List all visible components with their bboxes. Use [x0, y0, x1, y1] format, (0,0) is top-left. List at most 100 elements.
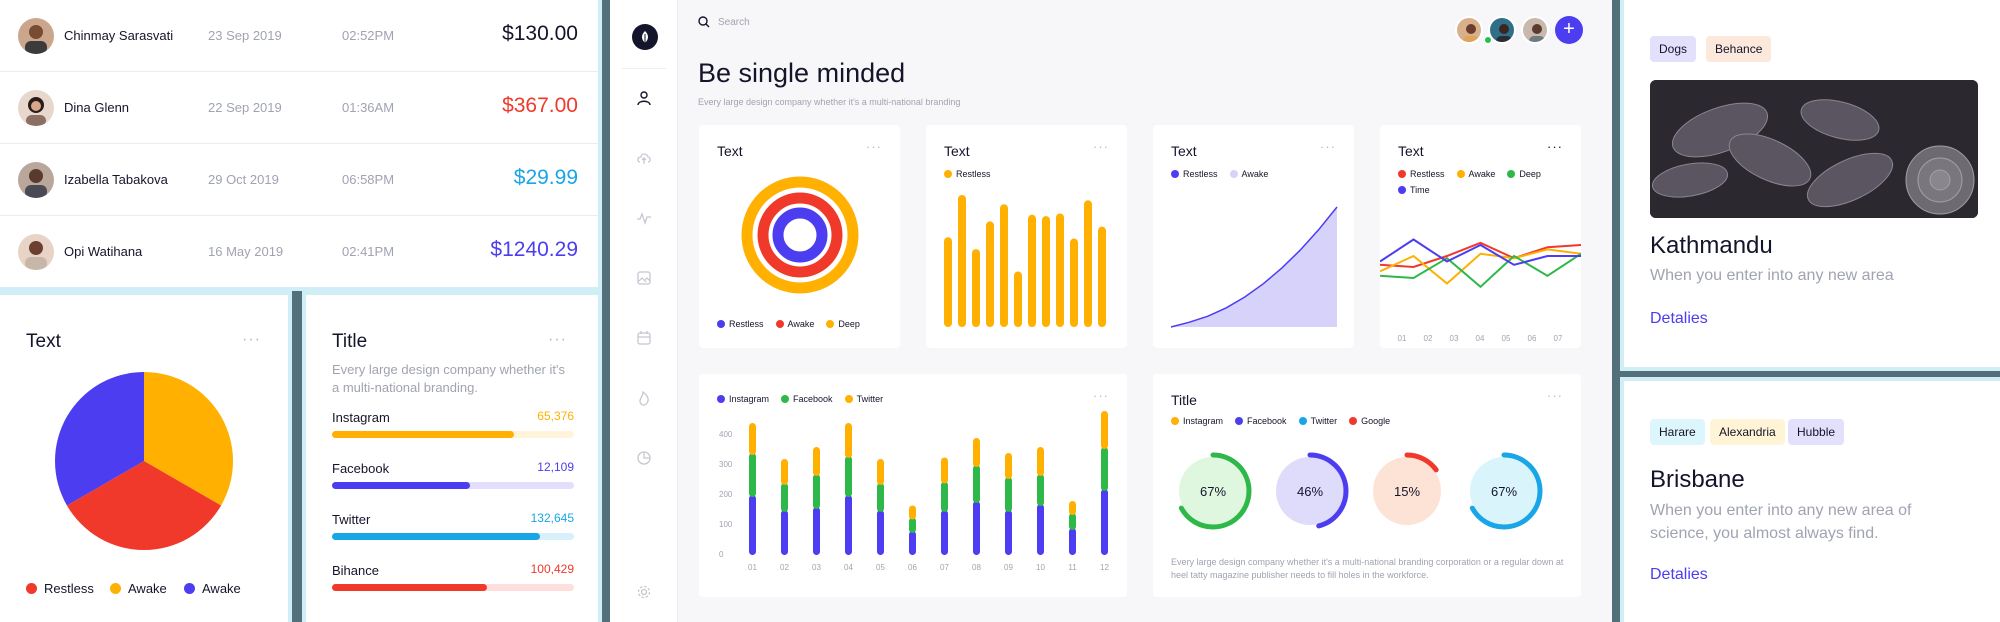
stacked-segment[interactable] — [1005, 453, 1012, 479]
transaction-name: Opi Watihana — [64, 244, 143, 259]
transaction-row[interactable]: Izabella Tabakova 29 Oct 2019 06:58PM $2… — [0, 144, 598, 216]
stacked-segment[interactable] — [845, 456, 852, 497]
stacked-segment[interactable] — [1005, 510, 1012, 555]
bar[interactable] — [986, 221, 994, 327]
stacked-segment[interactable] — [1005, 477, 1012, 512]
stacked-segment[interactable] — [781, 459, 788, 485]
more-menu-icon[interactable]: ··· — [1547, 388, 1563, 403]
stacked-segment[interactable] — [813, 447, 820, 476]
legend-item: Twitter — [844, 394, 883, 404]
stacked-segment[interactable] — [941, 481, 948, 513]
tag[interactable]: Harare — [1650, 419, 1705, 445]
city-card-kathmandu[interactable]: Dogs Behance Kathmandu When you enter in… — [1624, 0, 2000, 367]
stacked-segment[interactable] — [909, 517, 916, 534]
chart-legend: Restless Awake Deep — [717, 319, 860, 329]
stacked-segment[interactable] — [941, 457, 948, 484]
stacked-segment[interactable] — [973, 438, 980, 467]
stacked-segment[interactable] — [845, 495, 852, 555]
bar[interactable] — [1098, 226, 1106, 327]
bar[interactable] — [958, 195, 966, 327]
details-link[interactable]: Detalies — [1650, 566, 1708, 584]
stacked-segment[interactable] — [1069, 513, 1076, 530]
transaction-row[interactable]: Dina Glenn 22 Sep 2019 01:36AM $367.00 — [0, 72, 598, 144]
search-bar[interactable]: Search — [698, 16, 750, 28]
bar[interactable] — [1000, 204, 1008, 327]
stacked-segment[interactable] — [749, 423, 756, 455]
city-card-brisbane[interactable]: Harare Alexandria Hubble Brisbane When y… — [1624, 381, 2000, 622]
bar[interactable] — [1070, 238, 1078, 327]
tag[interactable]: Dogs — [1650, 36, 1697, 62]
stacked-segment[interactable] — [1037, 447, 1044, 476]
details-link[interactable]: Detalies — [1650, 310, 1708, 328]
x-tick-label: 04 — [844, 563, 853, 572]
cloud-upload-icon[interactable] — [632, 146, 656, 170]
search-input[interactable]: Search — [718, 17, 750, 28]
stacked-segment[interactable] — [813, 474, 820, 509]
transaction-row[interactable]: Chinmay Sarasvati 23 Sep 2019 02:52PM $1… — [0, 0, 598, 72]
more-menu-icon[interactable]: ··· — [1547, 139, 1563, 154]
image-icon[interactable] — [632, 266, 656, 290]
more-menu-icon[interactable]: ··· — [1093, 139, 1109, 154]
stacked-segment[interactable] — [845, 423, 852, 458]
transaction-row[interactable]: Opi Watihana 16 May 2019 02:41PM $1240.2… — [0, 216, 598, 287]
pie-chart-icon[interactable] — [632, 446, 656, 470]
bar[interactable] — [972, 249, 980, 327]
legend-item: Restless — [1171, 169, 1218, 179]
stacked-segment[interactable] — [749, 495, 756, 555]
line-series[interactable] — [1380, 252, 1581, 289]
stacked-segment[interactable] — [877, 459, 884, 485]
stacked-segment[interactable] — [1101, 489, 1108, 555]
stacked-segment[interactable] — [909, 531, 916, 555]
activity-icon[interactable] — [632, 206, 656, 230]
stacked-segment[interactable] — [1037, 504, 1044, 555]
stacked-segment[interactable] — [973, 501, 980, 555]
avatar[interactable] — [1521, 16, 1549, 44]
bar[interactable] — [1042, 216, 1050, 327]
fire-icon[interactable] — [632, 386, 656, 410]
chart-legend: Instagram Facebook Twitter — [717, 394, 883, 404]
stacked-segment[interactable] — [1069, 501, 1076, 515]
transaction-name: Izabella Tabakova — [64, 172, 168, 187]
bar[interactable] — [1084, 200, 1092, 327]
legend-dot — [184, 583, 195, 594]
avatar — [18, 90, 54, 126]
more-menu-icon[interactable]: ··· — [1320, 139, 1336, 154]
bar[interactable] — [1014, 271, 1022, 327]
tag[interactable]: Hubble — [1788, 419, 1845, 445]
stacked-segment[interactable] — [973, 465, 980, 503]
stacked-segment[interactable] — [781, 483, 788, 512]
bar[interactable] — [944, 237, 952, 327]
more-menu-icon[interactable]: ··· — [866, 139, 882, 154]
dashboard-panel: Search + Be single minded Every large de… — [610, 0, 1612, 622]
more-menu-icon[interactable]: ··· — [1093, 388, 1109, 403]
stacked-segment[interactable] — [781, 510, 788, 555]
transaction-name: Chinmay Sarasvati — [64, 28, 174, 43]
stacked-segment[interactable] — [1037, 474, 1044, 506]
stacked-segment[interactable] — [749, 453, 756, 497]
more-menu-icon[interactable]: ··· — [548, 331, 567, 349]
stacked-segment[interactable] — [941, 510, 948, 555]
avatar[interactable] — [1488, 16, 1516, 44]
bar[interactable] — [1028, 214, 1036, 327]
stacked-segment[interactable] — [1101, 447, 1108, 491]
stacked-segment[interactable] — [909, 505, 916, 520]
transaction-date: 29 Oct 2019 — [208, 172, 279, 187]
city-name: Kathmandu — [1650, 232, 1773, 259]
add-button[interactable]: + — [1555, 16, 1583, 44]
user-icon[interactable] — [632, 86, 656, 110]
x-tick-label: 03 — [1450, 334, 1459, 343]
calendar-icon[interactable] — [632, 326, 656, 350]
stacked-segment[interactable] — [877, 483, 884, 512]
tag[interactable]: Alexandria — [1710, 419, 1785, 445]
stacked-segment[interactable] — [1069, 528, 1076, 555]
stacked-segment[interactable] — [1101, 411, 1108, 449]
stacked-segment[interactable] — [813, 507, 820, 555]
stacked-segment[interactable] — [877, 510, 884, 555]
logo-icon[interactable] — [632, 24, 658, 50]
avatar[interactable] — [1455, 16, 1483, 44]
bar[interactable] — [1056, 213, 1064, 327]
legend-item: Awake — [1456, 169, 1495, 179]
tag[interactable]: Behance — [1706, 36, 1772, 62]
settings-icon[interactable] — [632, 580, 656, 604]
more-menu-icon[interactable]: ··· — [242, 331, 261, 349]
